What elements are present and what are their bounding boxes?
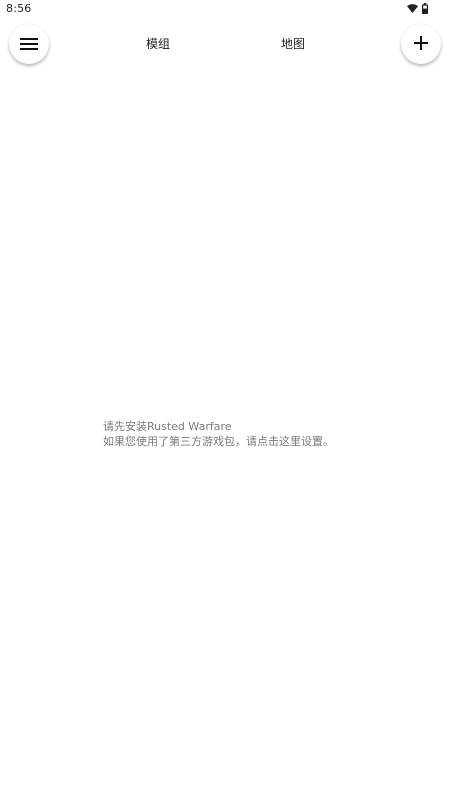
status-time: 8:56: [6, 2, 32, 15]
top-app-bar: 模组 地图: [0, 18, 450, 68]
custom-game-package-settings-link[interactable]: 如果您使用了第三方游戏包，请点击这里设置。: [103, 434, 334, 449]
empty-state-message: 请先安装Rusted Warfare 如果您使用了第三方游戏包，请点击这里设置。: [103, 419, 334, 449]
plus-icon: [414, 35, 428, 54]
install-prompt-text: 请先安装Rusted Warfare: [103, 420, 232, 433]
tab-maps[interactable]: 地图: [281, 35, 305, 52]
screen: 8:56 模组 地图 请先安装Rusted Warfare 如果您使用了第三方游…: [0, 0, 450, 800]
status-bar: 8:56: [0, 0, 450, 18]
wifi-icon: [407, 4, 418, 13]
menu-button[interactable]: [9, 24, 49, 64]
battery-icon: [422, 3, 428, 14]
tab-mods[interactable]: 模组: [146, 35, 170, 52]
status-icons: [407, 3, 428, 14]
add-button[interactable]: [401, 24, 441, 64]
hamburger-menu-icon: [20, 35, 38, 54]
